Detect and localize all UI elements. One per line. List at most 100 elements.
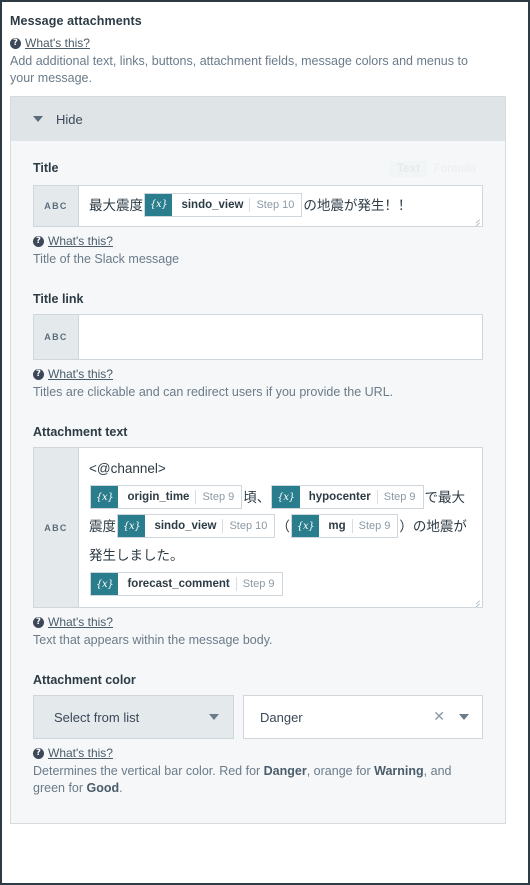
mode-formula-option[interactable]: Formula bbox=[427, 161, 483, 177]
variable-token-step: Step 9 bbox=[358, 519, 391, 532]
chevron-down-icon bbox=[33, 116, 43, 122]
variable-token-name: forecast_comment bbox=[127, 578, 230, 591]
variable-token-icon: {x} bbox=[118, 515, 146, 538]
channel-mention-text: <@channel> bbox=[89, 461, 166, 476]
attachment-color-help-link[interactable]: What's this? bbox=[48, 746, 113, 761]
field-title-link: Title link ABC ? What's this? Titles are… bbox=[33, 292, 483, 401]
attachment-color-controls: Select from list Danger ✕ bbox=[33, 695, 483, 739]
field-attachment-color: Attachment color Select from list Danger… bbox=[33, 673, 483, 797]
variable-token-name: hypocenter bbox=[308, 491, 371, 504]
attachment-text-help-link[interactable]: What's this? bbox=[48, 615, 113, 630]
title-mode-toggle[interactable]: Text Formula bbox=[390, 161, 483, 177]
attachment-text-label: Attachment text bbox=[33, 425, 128, 439]
variable-token-sindo-view[interactable]: {x} sindo_view Step 10 bbox=[144, 193, 303, 218]
title-link-input[interactable] bbox=[79, 315, 482, 359]
desc-bold-danger: Danger bbox=[263, 764, 307, 778]
color-source-select[interactable]: Select from list bbox=[33, 695, 234, 739]
field-attachment-text: Attachment text ABC <@channel> {x} origin… bbox=[33, 425, 483, 649]
title-text-part-1: 最大震度 bbox=[89, 198, 143, 213]
page-content: Message attachments ? What's this? Add a… bbox=[10, 6, 524, 875]
chevron-down-icon bbox=[209, 714, 219, 720]
variable-token-icon: {x} bbox=[272, 486, 300, 509]
title-input-shell[interactable]: ABC 最大震度 {x} sindo_view Step 10 の地震が発生！！ bbox=[33, 185, 483, 227]
variable-token-origin-time[interactable]: {x} origin_time Step 9 bbox=[90, 485, 243, 510]
title-help-link[interactable]: What's this? bbox=[48, 234, 113, 249]
question-circle-icon: ? bbox=[33, 369, 44, 380]
desc-bold-warning: Warning bbox=[374, 764, 424, 778]
title-description: Title of the Slack message bbox=[33, 252, 180, 266]
variable-token-step: Step 10 bbox=[256, 199, 295, 212]
attachment-text-label-row: Attachment text bbox=[33, 425, 483, 439]
attachment-text-description: Text that appears within the message bod… bbox=[33, 633, 273, 647]
question-circle-icon: ? bbox=[10, 38, 21, 49]
abc-type-icon: ABC bbox=[34, 186, 79, 226]
color-source-select-value: Select from list bbox=[54, 709, 140, 725]
mode-text-option[interactable]: Text bbox=[390, 161, 427, 177]
abc-type-icon: ABC bbox=[34, 448, 79, 607]
desc-part-4: . bbox=[119, 781, 123, 795]
attachment-text-input[interactable]: <@channel> {x} origin_time Step 9 頃、 {x} hypo… bbox=[79, 448, 482, 607]
title-link-label-row: Title link bbox=[33, 292, 483, 306]
panel-toggle-label: Hide bbox=[56, 111, 83, 127]
variable-token-step: Step 10 bbox=[229, 519, 268, 532]
attachment-text-line-2: {x} origin_time Step 9 頃、 {x} hypocenter Step … bbox=[89, 483, 473, 570]
title-link-label: Title link bbox=[33, 292, 84, 306]
abc-type-icon: ABC bbox=[34, 315, 79, 359]
desc-bold-good: Good bbox=[86, 781, 120, 795]
attachment-text-part-3: （ bbox=[276, 519, 290, 534]
variable-token-name: sindo_view bbox=[181, 199, 244, 212]
screenshot-frame: Message attachments ? What's this? Add a… bbox=[0, 0, 530, 885]
attachment-text-line-3: {x} forecast_comment Step 9 bbox=[89, 570, 473, 599]
message-attachments-panel: Hide Title Text Formula ABC 最大震度 {x} sindo… bbox=[10, 96, 506, 824]
variable-token-forecast-comment[interactable]: {x} forecast_comment Step 9 bbox=[90, 572, 283, 597]
close-x-icon[interactable]: ✕ bbox=[433, 710, 445, 724]
title-link-help-row: ? What's this? bbox=[33, 367, 483, 382]
color-value-select-value: Danger bbox=[260, 709, 303, 725]
title-link-input-shell[interactable]: ABC bbox=[33, 314, 483, 360]
attachment-color-help-row: ? What's this? bbox=[33, 746, 483, 761]
variable-token-icon: {x} bbox=[291, 515, 320, 538]
variable-token-name: origin_time bbox=[127, 491, 190, 504]
variable-token-hypocenter[interactable]: {x} hypocenter Step 9 bbox=[271, 485, 424, 510]
title-link-help-link[interactable]: What's this? bbox=[48, 367, 113, 382]
question-circle-icon: ? bbox=[33, 617, 44, 628]
title-label-row: Title Text Formula bbox=[33, 161, 483, 177]
title-label: Title bbox=[33, 161, 59, 175]
desc-part-1: Determines the vertical bar color. Red f… bbox=[33, 764, 264, 778]
attachment-text-line-1: <@channel> bbox=[89, 454, 473, 483]
variable-token-step: Step 9 bbox=[202, 490, 235, 503]
panel-hide-toggle[interactable]: Hide bbox=[11, 97, 505, 141]
attachment-color-label: Attachment color bbox=[33, 673, 136, 687]
variable-token-step: Step 9 bbox=[242, 577, 275, 590]
attachment-text-help-row: ? What's this? bbox=[33, 615, 483, 630]
attachment-color-description: Determines the vertical bar color. Red f… bbox=[33, 763, 483, 797]
color-value-select-icons: ✕ bbox=[433, 710, 469, 724]
color-value-select[interactable]: Danger ✕ bbox=[243, 695, 483, 739]
attachment-text-part-1: 頃、 bbox=[243, 490, 271, 505]
field-title: Title Text Formula ABC 最大震度 {x} sindo_view… bbox=[33, 161, 483, 268]
variable-token-name: mg bbox=[328, 520, 346, 533]
resize-handle[interactable] bbox=[470, 214, 481, 226]
variable-token-sindo-view[interactable]: {x} sindo_view Step 10 bbox=[117, 514, 276, 539]
variable-token-icon: {x} bbox=[91, 486, 119, 509]
attachment-text-input-shell[interactable]: ABC <@channel> {x} origin_time Step 9 頃、 {x}… bbox=[33, 447, 483, 608]
title-text-part-2: の地震が発生！！ bbox=[303, 198, 412, 213]
question-circle-icon: ? bbox=[33, 236, 44, 247]
variable-token-mg[interactable]: {x} mg Step 9 bbox=[290, 514, 399, 539]
chevron-down-icon bbox=[459, 714, 469, 720]
title-input[interactable]: 最大震度 {x} sindo_view Step 10 の地震が発生！！ bbox=[79, 186, 482, 226]
variable-token-icon: {x} bbox=[145, 194, 173, 217]
section-help-link[interactable]: What's this? bbox=[25, 36, 90, 51]
question-circle-icon: ? bbox=[33, 748, 44, 759]
section-help-row: ? What's this? bbox=[10, 36, 524, 51]
attachment-color-label-row: Attachment color bbox=[33, 673, 483, 687]
section-description: Add additional text, links, buttons, att… bbox=[10, 54, 468, 85]
variable-token-name: sindo_view bbox=[154, 520, 217, 533]
title-help-row: ? What's this? bbox=[33, 234, 483, 249]
variable-token-step: Step 9 bbox=[383, 490, 416, 503]
variable-token-icon: {x} bbox=[91, 573, 119, 596]
panel-body: Title Text Formula ABC 最大震度 {x} sindo_view… bbox=[11, 141, 505, 823]
desc-part-2: , orange for bbox=[306, 764, 375, 778]
section-title: Message attachments bbox=[10, 14, 142, 28]
title-link-description: Titles are clickable and can redirect us… bbox=[33, 385, 394, 399]
